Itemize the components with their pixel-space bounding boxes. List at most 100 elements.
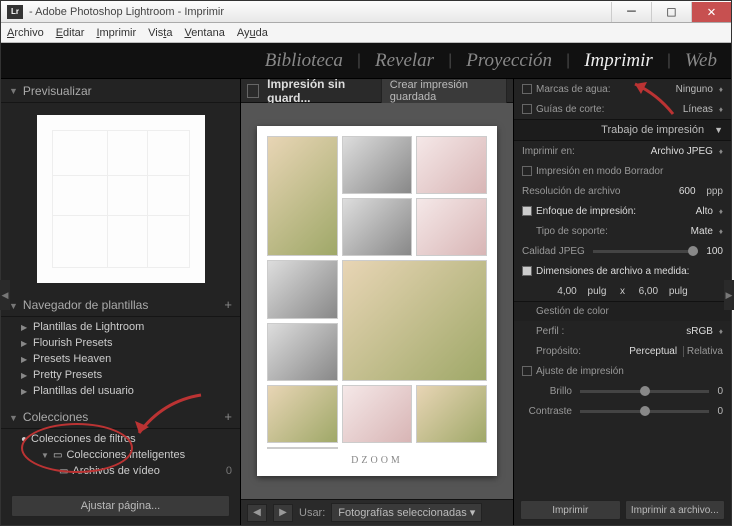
chevron-down-icon: ▼ (9, 413, 18, 423)
checkbox[interactable] (522, 166, 532, 176)
checkbox-checked[interactable] (522, 206, 532, 216)
template-folder[interactable]: ▶Plantillas de Lightroom (1, 319, 240, 335)
print-canvas[interactable]: DZOOM (241, 103, 513, 499)
right-panel: Marcas de agua:Ninguno♦ Guías de corte:L… (513, 79, 731, 525)
checkbox[interactable] (522, 366, 532, 376)
chevron-down-icon: ▼ (9, 301, 18, 311)
use-label: Usar: (299, 507, 325, 519)
window-title: - Adobe Photoshop Lightroom - Imprimir (29, 6, 611, 18)
app-window: Lr - Adobe Photoshop Lightroom - Imprimi… (0, 0, 732, 526)
photo-cell[interactable] (342, 385, 413, 443)
use-selector[interactable]: Fotografías seleccionadas ▾ (331, 503, 482, 522)
maximize-button[interactable]: □ (651, 2, 691, 22)
guides-row[interactable]: Guías de corte:Líneas♦ (514, 99, 731, 119)
dimensions-row[interactable]: Dimensiones de archivo a medida: (514, 261, 731, 281)
dimensions-values: 4,00 pulg x 6,00 pulg (514, 281, 731, 301)
contrast-slider[interactable] (580, 410, 709, 413)
page-setup-button[interactable]: Ajustar página... (11, 495, 230, 517)
print-adjust-row[interactable]: Ajuste de impresión (514, 361, 731, 381)
watermark-row[interactable]: Marcas de agua:Ninguno♦ (514, 79, 731, 99)
collection-item[interactable]: ●Colecciones de filtros (1, 431, 240, 447)
left-panel: ▼Previsualizar ▼Navegador de plantillas+… (1, 79, 241, 525)
brightness-slider[interactable] (580, 390, 709, 393)
menu-ventana[interactable]: Ventana (184, 27, 224, 39)
chevron-icon: ♦ (719, 105, 723, 114)
template-folder[interactable]: ▶Presets Heaven (1, 351, 240, 367)
media-row[interactable]: Tipo de soporte:Mate♦ (514, 221, 731, 241)
chevron-down-icon: ▼ (41, 451, 49, 460)
module-imprimir[interactable]: Imprimir (584, 50, 653, 72)
print-page: DZOOM (257, 126, 497, 476)
photo-cell[interactable] (342, 260, 487, 380)
menu-ayuda[interactable]: Ayuda (237, 27, 268, 39)
left-edge-toggle[interactable]: ◀ (0, 280, 10, 310)
content: ▼Previsualizar ▼Navegador de plantillas+… (1, 79, 731, 525)
titlebar: Lr - Adobe Photoshop Lightroom - Imprimi… (1, 1, 731, 23)
prev-page-button[interactable]: ◀ (247, 504, 267, 522)
photo-cell[interactable] (342, 136, 413, 194)
chevron-right-icon: ▶ (21, 339, 29, 348)
app-logo: Lr (7, 5, 23, 19)
template-folder[interactable]: ▶Flourish Presets (1, 335, 240, 351)
collection-item[interactable]: ▭Archivos de vídeo0 (1, 463, 240, 479)
draft-row[interactable]: Impresión en modo Borrador (514, 161, 731, 181)
next-page-button[interactable]: ▶ (273, 504, 293, 522)
collections-header[interactable]: ▼Colecciones+ (1, 405, 240, 429)
photo-cell[interactable] (267, 260, 338, 318)
slider-thumb[interactable] (640, 386, 650, 396)
print-job-header[interactable]: Trabajo de impresión▼ (514, 119, 731, 141)
module-revelar[interactable]: Revelar (375, 50, 434, 72)
chevron-icon: ♦ (719, 207, 723, 216)
jpeg-slider[interactable] (593, 250, 699, 253)
photo-cell[interactable] (416, 198, 487, 256)
thumbnail-icon (247, 84, 259, 98)
chevron-down-icon: ▼ (714, 125, 723, 135)
photo-cell[interactable] (267, 385, 338, 443)
bullet-icon: ● (21, 434, 27, 445)
module-proyeccion[interactable]: Proyección (466, 50, 552, 72)
preview-header[interactable]: ▼Previsualizar (1, 79, 240, 103)
menu-editar[interactable]: Editar (56, 27, 85, 39)
menu-imprimir[interactable]: Imprimir (96, 27, 136, 39)
template-folder[interactable]: ▶Plantillas del usuario (1, 383, 240, 399)
slider-thumb[interactable] (640, 406, 650, 416)
photo-cell[interactable] (267, 136, 338, 256)
contrast-row: Contraste0 (514, 401, 731, 421)
module-biblioteca[interactable]: Biblioteca (265, 50, 343, 72)
slider-thumb[interactable] (688, 246, 698, 256)
right-edge-toggle[interactable]: ▶ (724, 280, 734, 310)
center-panel: Impresión sin guard... Crear impresión g… (241, 79, 513, 525)
resolution-row: Resolución de archivo600 ppp (514, 181, 731, 201)
collection-item[interactable]: ▼▭Colecciones inteligentes (1, 447, 240, 463)
checkbox[interactable] (522, 84, 532, 94)
print-name: Impresión sin guard... (267, 79, 373, 105)
print-to-row[interactable]: Imprimir en:Archivo JPEG♦ (514, 141, 731, 161)
menu-archivo[interactable]: Archivo (7, 27, 44, 39)
menu-vista[interactable]: Vista (148, 27, 172, 39)
photo-cell[interactable] (416, 136, 487, 194)
intent-perceptual[interactable]: Perceptual (629, 346, 684, 357)
chevron-down-icon: ▼ (9, 86, 18, 96)
checkbox-checked[interactable] (522, 266, 532, 276)
left-footer: Ajustar página... (1, 489, 240, 525)
center-toolbar: Impresión sin guard... Crear impresión g… (241, 79, 513, 103)
add-template-icon[interactable]: + (224, 297, 232, 312)
right-footer: Imprimir Imprimir a archivo... (514, 495, 731, 525)
template-folder[interactable]: ▶Pretty Presets (1, 367, 240, 383)
chevron-down-icon: ▾ (470, 507, 476, 519)
add-collection-icon[interactable]: + (224, 409, 232, 424)
module-web[interactable]: Web (685, 50, 717, 72)
profile-row[interactable]: Perfil :sRGB♦ (514, 321, 731, 341)
sharpen-row[interactable]: Enfoque de impresión:Alto♦ (514, 201, 731, 221)
checkbox[interactable] (522, 104, 532, 114)
photo-cell[interactable] (267, 323, 338, 381)
print-button[interactable]: Imprimir (520, 500, 621, 520)
intent-relative[interactable]: Relativa (687, 346, 723, 357)
photo-cell[interactable] (342, 198, 413, 256)
print-to-file-button[interactable]: Imprimir a archivo... (625, 500, 726, 520)
template-browser-header[interactable]: ▼Navegador de plantillas+ (1, 293, 240, 317)
chevron-icon: ♦ (719, 327, 723, 336)
close-button[interactable]: ✕ (691, 2, 731, 22)
minimize-button[interactable]: ─ (611, 2, 651, 22)
photo-cell[interactable] (416, 385, 487, 443)
